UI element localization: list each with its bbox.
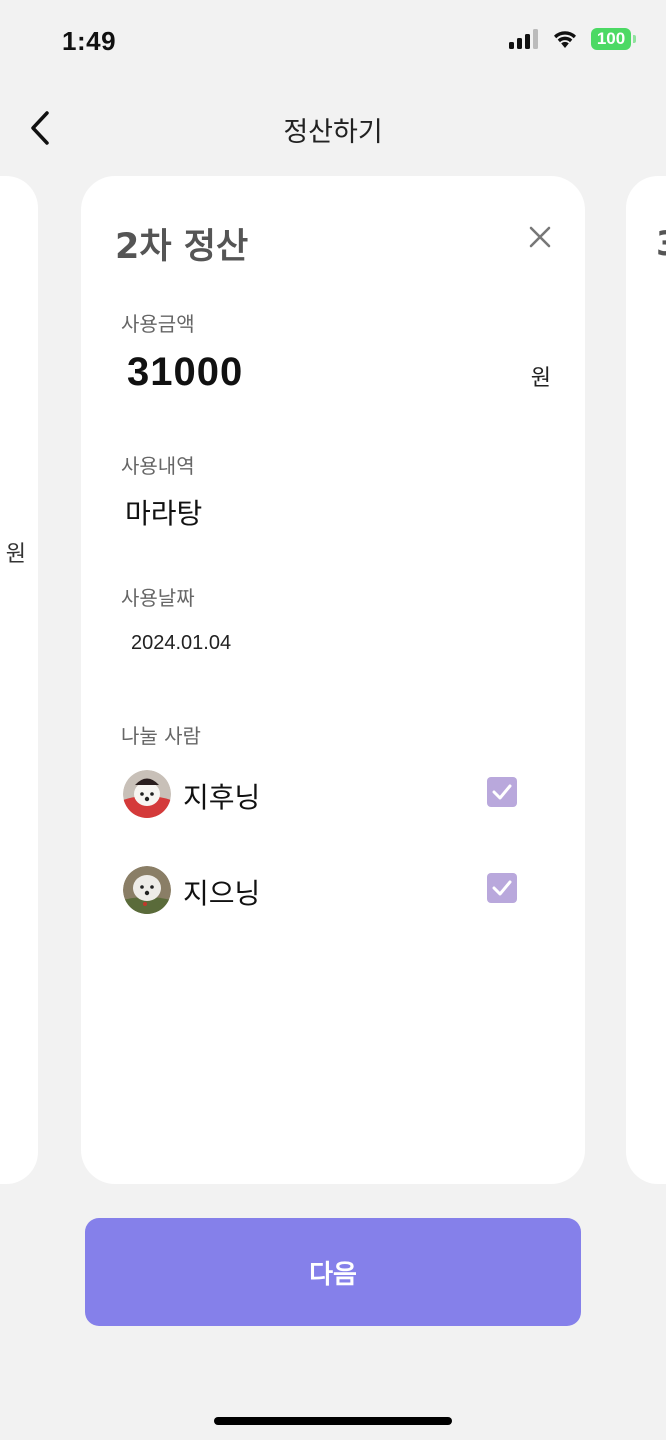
battery-tip <box>633 35 636 43</box>
memo-input[interactable]: 마라탕 <box>125 492 202 532</box>
home-indicator[interactable] <box>214 1417 452 1425</box>
participant-name: 지후닝 <box>183 781 261 814</box>
previous-settlement-card[interactable]: 원 <box>0 176 38 1184</box>
avatar <box>123 866 171 914</box>
close-button[interactable] <box>525 222 555 252</box>
battery-level: 100 <box>591 28 631 50</box>
signal-icon <box>509 29 538 49</box>
status-time: 1:49 <box>62 26 117 56</box>
participant-row[interactable]: 지후닝 <box>123 770 543 820</box>
currency-unit: 원 <box>530 366 551 391</box>
amount-input[interactable]: 31000 <box>127 350 243 395</box>
share-label: 나눌 사람 <box>121 724 201 748</box>
status-bar: 1:49 100 <box>0 0 666 84</box>
close-icon <box>529 226 551 248</box>
next-settlement-card[interactable]: 3 <box>626 176 666 1184</box>
participant-row[interactable]: 지으닝 <box>123 866 543 916</box>
next-button[interactable]: 다음 <box>85 1218 581 1326</box>
participant-checkbox[interactable] <box>487 873 517 903</box>
check-icon <box>492 784 512 800</box>
status-icons: 100 <box>509 28 636 50</box>
page-title: 정산하기 <box>283 117 383 148</box>
avatar <box>123 770 171 818</box>
nav-header: 정산하기 <box>0 90 666 166</box>
card-title: 2차 정산 <box>115 227 249 267</box>
wifi-icon <box>554 31 576 48</box>
participant-checkbox[interactable] <box>487 777 517 807</box>
participant-name: 지으닝 <box>183 877 261 910</box>
previous-card-currency: 원 <box>5 542 26 567</box>
check-icon <box>492 880 512 896</box>
date-picker[interactable]: 2024.01.04 <box>131 632 231 655</box>
memo-label: 사용내역 <box>121 454 195 478</box>
date-label: 사용날짜 <box>121 586 195 610</box>
amount-label: 사용금액 <box>121 312 195 336</box>
next-card-title: 3 <box>656 224 666 264</box>
settlement-card: 2차 정산 사용금액 31000 원 사용내역 마라탕 사용날짜 2024.01… <box>81 176 585 1184</box>
battery-icon: 100 <box>591 28 636 50</box>
